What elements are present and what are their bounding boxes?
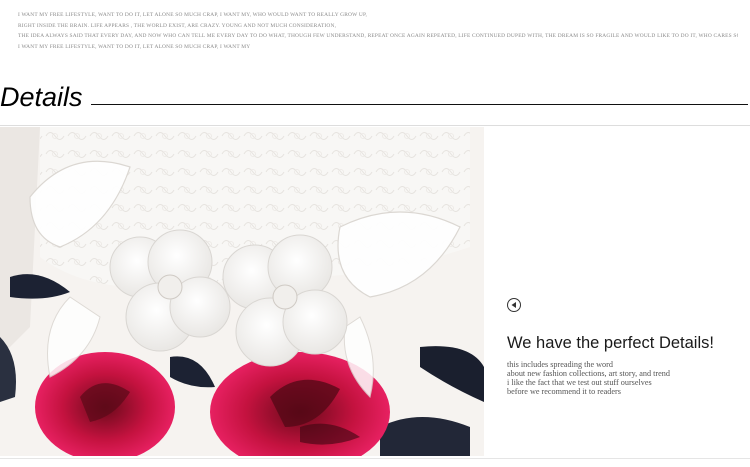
feature-description-line: about new fashion collections, art story… bbox=[507, 369, 670, 378]
section-divider bbox=[91, 104, 748, 105]
bottom-separator bbox=[0, 458, 750, 459]
feature-description: this includes spreading the word about n… bbox=[507, 360, 670, 396]
section-title: Details bbox=[0, 82, 83, 112]
intro-text: I WANT MY FREE LIFESTYLE, WANT TO DO IT,… bbox=[18, 10, 738, 52]
product-detail-photo bbox=[0, 127, 484, 456]
intro-line: I WANT MY FREE LIFESTYLE, WANT TO DO IT,… bbox=[18, 43, 251, 50]
intro-line: THE IDEA ALWAYS SAID THAT EVERY DAY, AND… bbox=[18, 33, 738, 39]
top-separator bbox=[0, 125, 750, 126]
intro-line: RIGHT INSIDE THE BRAIN. LIFE APPEARS , T… bbox=[18, 22, 337, 29]
intro-line: I WANT MY FREE LIFESTYLE, WANT TO DO IT,… bbox=[18, 12, 368, 18]
left-arrow-circle-icon[interactable] bbox=[507, 298, 521, 312]
feature-description-line: before we recommend it to readers bbox=[507, 387, 621, 396]
feature-headline: We have the perfect Details! bbox=[507, 334, 714, 352]
feature-description-line: i like the fact that we test out stuff o… bbox=[507, 378, 652, 387]
dress-illustration bbox=[0, 127, 484, 456]
feature-description-line: this includes spreading the word bbox=[507, 360, 613, 369]
